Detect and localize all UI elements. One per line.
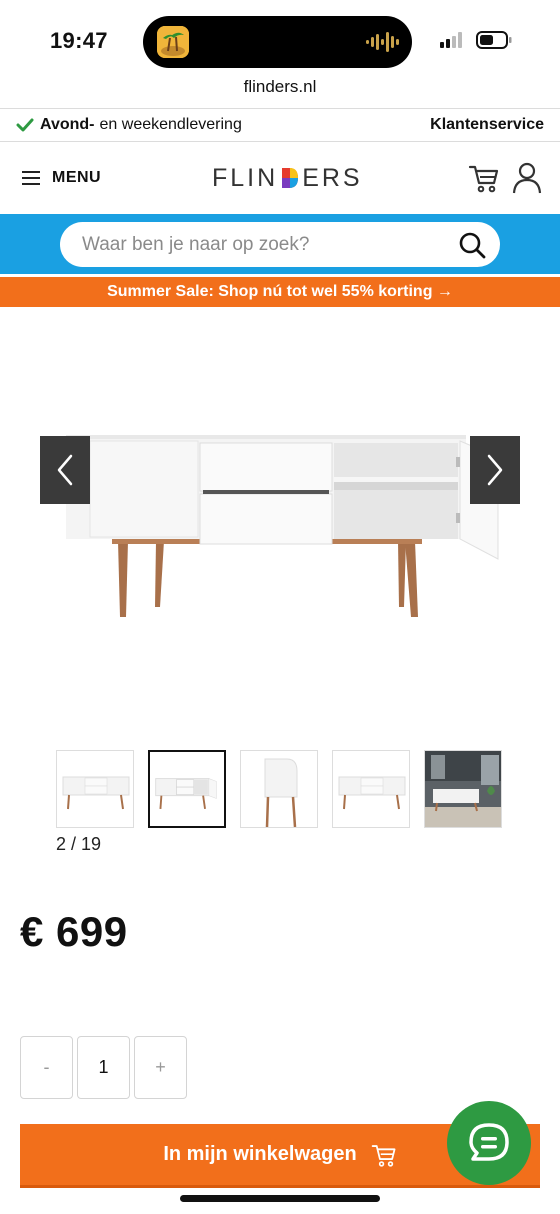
cart-icon[interactable] xyxy=(468,162,500,194)
url-bar[interactable]: flinders.nl xyxy=(0,76,560,106)
product-price: € 699 xyxy=(20,908,128,955)
thumbnail-3[interactable] xyxy=(240,750,318,828)
logo-text-left: FLIN xyxy=(212,163,279,192)
cellular-signal-icon xyxy=(440,32,462,48)
product-gallery xyxy=(0,307,560,737)
dynamic-island xyxy=(143,16,412,68)
gallery-counter: 2 / 19 xyxy=(56,834,102,854)
quantity-decrease-button[interactable]: - xyxy=(20,1036,73,1099)
summer-sale-banner[interactable]: Summer Sale: Shop nú tot wel 55% korting… xyxy=(0,277,560,307)
logo-d-mark xyxy=(282,168,299,188)
delivery-text: en weekendlevering xyxy=(99,116,242,133)
thumbnail-4[interactable] xyxy=(332,750,410,828)
usp-strip: Avond- en weekendlevering Klantenservice xyxy=(0,108,560,142)
logo-text-right: ERS xyxy=(302,163,363,192)
chevron-left-icon xyxy=(57,454,73,486)
menu-button[interactable]: MENU xyxy=(22,164,101,192)
chat-icon xyxy=(469,1123,509,1161)
add-to-cart-label: In mijn winkelwagen xyxy=(163,1143,357,1165)
thumbnail-5-interior[interactable] xyxy=(424,750,502,828)
status-bar: 19:47 xyxy=(0,0,560,76)
battery-icon xyxy=(476,31,512,49)
search-box xyxy=(60,222,500,267)
search-icon[interactable] xyxy=(458,231,486,259)
cart-icon xyxy=(371,1144,396,1167)
check-icon xyxy=(16,118,34,132)
menu-label: MENU xyxy=(52,169,102,186)
audio-wave-icon xyxy=(366,32,399,52)
hamburger-icon xyxy=(22,171,40,185)
gallery-prev-button[interactable] xyxy=(40,436,90,504)
thumbnail-2[interactable] xyxy=(148,750,226,828)
home-indicator xyxy=(180,1195,380,1202)
quantity-input[interactable] xyxy=(77,1036,130,1099)
flinders-logo[interactable]: FLIN ERS xyxy=(212,162,363,194)
search-band xyxy=(0,214,560,274)
chat-button[interactable] xyxy=(447,1101,531,1185)
quantity-increase-button[interactable]: + xyxy=(134,1036,187,1099)
quantity-stepper: - + xyxy=(20,1036,187,1099)
delivery-highlight: Avond- xyxy=(40,116,95,133)
thumbnail-1[interactable] xyxy=(56,750,134,828)
gallery-next-button[interactable] xyxy=(470,436,520,504)
status-indicators xyxy=(440,31,512,49)
now-playing-app-icon xyxy=(157,26,189,58)
chevron-right-icon xyxy=(487,454,503,486)
site-header: MENU FLIN ERS xyxy=(0,142,560,214)
account-icon[interactable] xyxy=(512,162,542,194)
status-time: 19:47 xyxy=(50,28,108,53)
search-input[interactable] xyxy=(82,222,442,267)
product-image-sideboard[interactable] xyxy=(0,307,560,737)
customer-service-link[interactable]: Klantenservice xyxy=(430,116,544,134)
thumbnail-strip xyxy=(56,750,502,828)
